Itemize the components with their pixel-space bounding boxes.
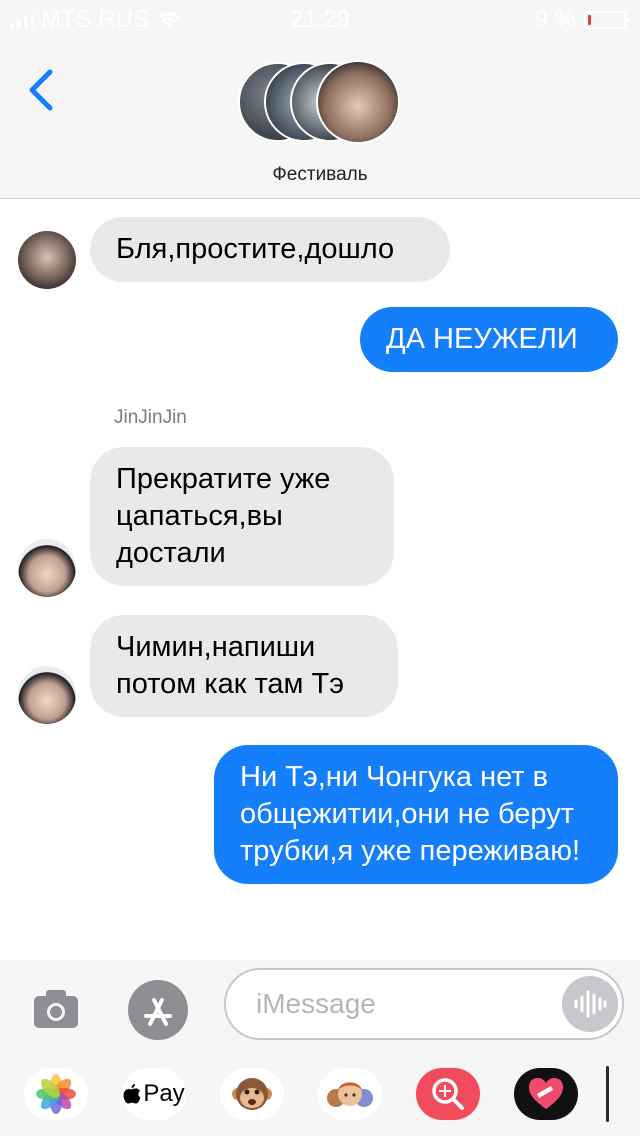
message-text: Ни Тэ,ни Чонгука нет в общежитии,они не … [240, 761, 581, 867]
waveform-icon [574, 990, 607, 1018]
battery-level-fill [588, 15, 591, 25]
message-bubble-incoming[interactable]: Прекратите уже цапаться,вы достали [90, 447, 394, 586]
status-bar: MTS RUS 21:29 9 % [0, 0, 640, 40]
imessage-app-drawer: Pay [0, 1060, 640, 1126]
animoji-button[interactable] [220, 1068, 284, 1120]
sender-name: JinJinJin [114, 407, 187, 428]
audio-message-button[interactable] [562, 976, 618, 1032]
message-bubble-outgoing[interactable]: Ни Тэ,ни Чонгука нет в общежитии,они не … [214, 745, 618, 884]
app-store-icon [128, 980, 188, 1040]
message-list: Бля,простите,дошло ДА НЕУЖЕЛИ JinJinJin … [0, 199, 640, 959]
digital-touch-button[interactable] [514, 1068, 578, 1120]
battery-percent: 9 % [534, 6, 576, 33]
search-images-icon [432, 1078, 464, 1110]
photos-icon [36, 1074, 76, 1114]
message-text: Чимин,напиши потом как там Тэ [116, 631, 345, 700]
compose-bar: Pay [0, 960, 640, 1136]
app-store-button[interactable] [126, 978, 190, 1042]
battery-icon [584, 11, 629, 29]
camera-icon [34, 990, 78, 1028]
apple-logo-icon [123, 1084, 141, 1104]
message-text: Прекратите уже цапаться,вы достали [116, 463, 331, 569]
image-search-button[interactable] [416, 1068, 480, 1120]
back-button[interactable] [22, 62, 62, 122]
group-name[interactable]: Фестиваль [0, 164, 640, 186]
animoji-monkey-icon [232, 1078, 272, 1110]
apple-pay-label: Pay [143, 1080, 185, 1107]
avatar[interactable] [18, 666, 76, 724]
message-bubble-incoming[interactable]: Чимин,напиши потом как там Тэ [90, 615, 398, 717]
message-bubble-incoming[interactable]: Бля,простите,дошло [90, 217, 450, 282]
message-text: Бля,простите,дошло [116, 233, 395, 265]
avatar[interactable] [18, 231, 76, 289]
memoji-button[interactable] [318, 1068, 382, 1120]
avatar [316, 60, 400, 144]
apple-pay-button[interactable]: Pay [122, 1068, 186, 1120]
drawer-divider [606, 1066, 609, 1122]
message-text: ДА НЕУЖЕЛИ [386, 323, 578, 355]
camera-button[interactable] [30, 982, 82, 1034]
chevron-left-icon [29, 69, 53, 111]
battery-group: 9 % [534, 6, 629, 34]
memoji-icon [327, 1082, 373, 1107]
photos-app-button[interactable] [24, 1068, 88, 1120]
conversation-header: Фестиваль [0, 40, 640, 199]
message-bubble-outgoing[interactable]: ДА НЕУЖЕЛИ [360, 307, 618, 372]
group-avatar-stack[interactable] [238, 60, 408, 146]
avatar[interactable] [18, 539, 76, 597]
digital-touch-icon [529, 1078, 563, 1109]
